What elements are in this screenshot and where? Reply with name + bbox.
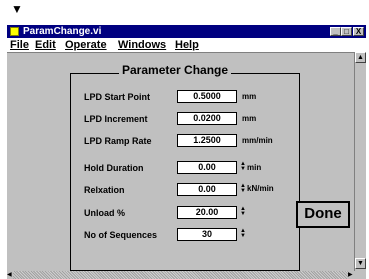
unit-relxation: kN/min [247, 184, 274, 193]
relxation-field[interactable]: 0.00 [177, 183, 237, 196]
horizontal-scrollbar[interactable]: ◀ ▶ [7, 271, 354, 279]
label-no-of-sequences: No of Sequences [84, 230, 158, 240]
unit-lpd-start-point: mm [242, 92, 257, 101]
menu-windows[interactable]: Windows [118, 38, 166, 52]
run-arrow-indicator: ▼ [11, 2, 23, 16]
menu-bar: File Edit Operate Windows Help [7, 38, 366, 52]
label-unload: Unload % [84, 208, 126, 218]
label-hold-duration: Hold Duration [84, 163, 144, 173]
close-button[interactable]: X [353, 27, 364, 36]
menu-file[interactable]: File [10, 38, 29, 52]
label-relxation: Relxation [84, 185, 125, 195]
done-button[interactable]: Done [296, 201, 350, 228]
lpd-start-point-field[interactable]: 0.5000 [177, 90, 237, 103]
no-of-sequences-field[interactable]: 30 [177, 228, 237, 241]
label-lpd-start-point: LPD Start Point [84, 92, 151, 102]
scroll-right-icon[interactable]: ▶ [348, 271, 354, 279]
lpd-increment-field[interactable]: 0.0200 [177, 112, 237, 125]
maximize-button[interactable]: □ [341, 27, 352, 36]
vi-window: ParamChange.vi _ □ X File Edit Operate W… [7, 25, 366, 279]
unload-field[interactable]: 20.00 [177, 206, 237, 219]
label-lpd-ramp-rate: LPD Ramp Rate [84, 136, 152, 146]
vi-icon [10, 27, 19, 36]
vertical-scrollbar[interactable]: ▲ ▼ [354, 52, 366, 271]
unit-lpd-increment: mm [242, 114, 257, 123]
unit-lpd-ramp-rate: mm/min [242, 136, 273, 145]
title-bar: ParamChange.vi _ □ X [7, 25, 366, 38]
scroll-down-icon[interactable]: ▼ [355, 258, 366, 269]
minimize-button[interactable]: _ [330, 27, 341, 36]
group-title: Parameter Change [119, 63, 232, 77]
hold-duration-field[interactable]: 0.00 [177, 161, 237, 174]
hold-duration-spinner[interactable]: ▲ ▼ [240, 161, 246, 173]
unit-hold-duration: min [247, 163, 262, 172]
label-lpd-increment: LPD Increment [84, 114, 148, 124]
menu-operate[interactable]: Operate [65, 38, 107, 52]
scroll-left-icon[interactable]: ◀ [7, 271, 13, 279]
menu-help[interactable]: Help [175, 38, 199, 52]
relxation-spinner[interactable]: ▲ ▼ [240, 183, 246, 195]
window-title: ParamChange.vi [23, 26, 102, 37]
lpd-ramp-rate-field[interactable]: 1.2500 [177, 134, 237, 147]
scroll-up-icon[interactable]: ▲ [355, 52, 366, 63]
menu-edit[interactable]: Edit [35, 38, 56, 52]
no-of-sequences-spinner[interactable]: ▲ ▼ [240, 228, 246, 240]
unload-spinner[interactable]: ▲ ▼ [240, 206, 246, 218]
